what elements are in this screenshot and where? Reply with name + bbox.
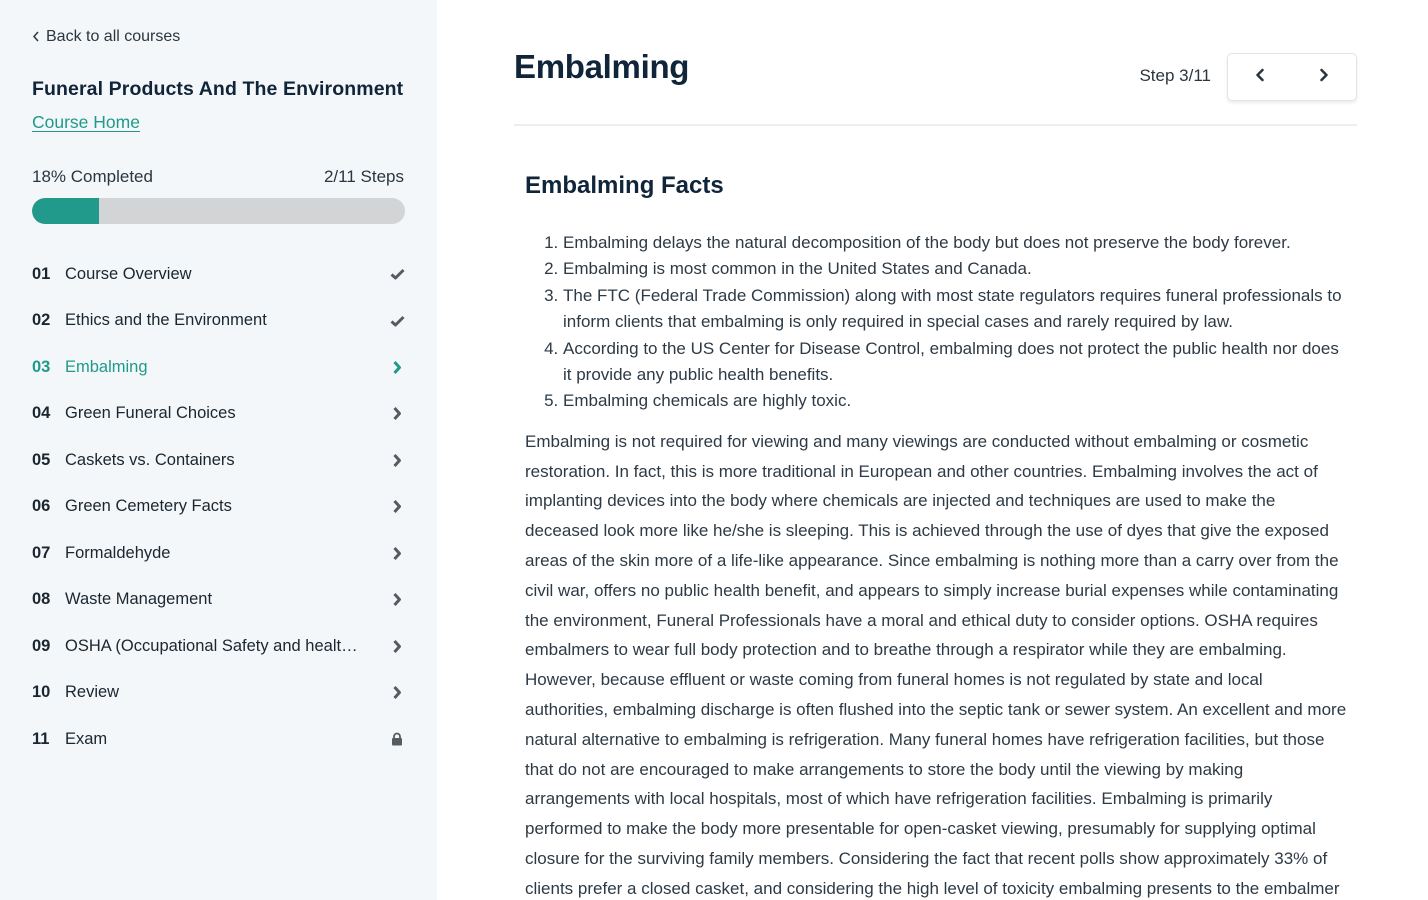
step-number: 05 [32, 450, 51, 469]
fact-item: Embalming chemicals are highly toxic. [563, 388, 1350, 414]
section-title: Embalming Facts [525, 172, 724, 199]
progress-bar [32, 198, 405, 224]
step-title: Green Funeral Choices [65, 404, 236, 423]
chevron-right-icon [389, 499, 405, 515]
fact-item: Embalming delays the natural decompositi… [563, 230, 1350, 256]
back-link-label: Back to all courses [46, 28, 181, 45]
step-number: 11 [32, 729, 50, 748]
chevron-right-icon [1318, 68, 1330, 87]
step-title: Green Cemetery Facts [65, 497, 232, 516]
step-number: 02 [32, 311, 51, 330]
sidebar-step-09[interactable]: 09 OSHA (Occupational Safety and health .… [32, 623, 405, 670]
chevron-left-icon [1254, 68, 1266, 87]
chevron-left-icon [32, 30, 40, 45]
lock-icon [389, 731, 405, 747]
progress-steps-label: 2/11 Steps [323, 167, 404, 186]
course-home-link[interactable]: Course Home [32, 112, 140, 133]
sidebar-step-01[interactable]: 01 Course Overview [32, 251, 405, 298]
lesson-body-paragraph: Embalming is not required for viewing an… [525, 431, 1347, 898]
step-title: Ethics and the Environment [65, 311, 267, 330]
chevron-right-icon [389, 452, 405, 468]
facts-list: Embalming delays the natural decompositi… [525, 230, 1350, 415]
fact-item: Embalming is most common in the United S… [563, 256, 1350, 282]
step-title: Exam [65, 729, 108, 748]
step-number: 01 [32, 264, 51, 283]
check-icon [389, 313, 405, 329]
sidebar-step-08[interactable]: 08 Waste Management [32, 577, 405, 624]
chevron-right-icon [389, 638, 405, 654]
course-title: Funeral Products And The Environment [32, 78, 404, 100]
sidebar-step-06[interactable]: 06 Green Cemetery Facts [32, 484, 405, 531]
step-title: Course Overview [65, 264, 192, 283]
course-sidebar: Back to all courses Funeral Products And… [0, 0, 437, 900]
step-number: 09 [32, 636, 51, 655]
step-title: Review [65, 683, 120, 702]
sidebar-step-02[interactable]: 02 Ethics and the Environment [32, 298, 405, 345]
chevron-right-icon [389, 592, 405, 608]
step-title: Waste Management [65, 590, 213, 609]
sidebar-step-05[interactable]: 05 Caskets vs. Containers [32, 437, 405, 484]
sidebar-step-11: 11 Exam [32, 716, 405, 763]
step-number: 10 [32, 683, 51, 702]
chevron-right-icon [389, 406, 405, 422]
step-title: OSHA (Occupational Safety and health ... [65, 636, 360, 655]
step-navigation [1227, 53, 1357, 101]
step-title: Formaldehyde [65, 543, 171, 562]
progress-bar-fill [32, 198, 100, 224]
course-steps-list: 01 Course Overview 02 Ethics and the Enviro… [32, 251, 405, 763]
step-number: 08 [32, 590, 51, 609]
fact-item: The FTC (Federal Trade Commission) along… [563, 283, 1350, 336]
step-title: Embalming [65, 357, 148, 376]
back-to-courses-link[interactable]: Back to all courses [32, 28, 180, 46]
previous-step-button[interactable] [1240, 57, 1280, 97]
step-number: 06 [32, 497, 51, 516]
chevron-right-icon [389, 685, 405, 701]
step-number: 04 [32, 404, 51, 423]
lesson-content: Embalming Facts Embalming delays the nat… [525, 172, 1350, 900]
check-icon [389, 266, 405, 282]
sidebar-step-10[interactable]: 10 Review [32, 670, 405, 717]
next-step-button[interactable] [1304, 57, 1344, 97]
fact-item: According to the US Center for Disease C… [563, 336, 1350, 389]
chevron-right-icon [389, 359, 405, 375]
sidebar-step-03[interactable]: 03 Embalming [32, 344, 405, 391]
header-divider [514, 124, 1357, 126]
chevron-right-icon [389, 545, 405, 561]
step-title: Caskets vs. Containers [65, 450, 235, 469]
step-number: 07 [32, 543, 51, 562]
page-title: Embalming [514, 48, 690, 85]
step-number: 03 [32, 357, 51, 376]
step-counter: Step 3/11 [1139, 66, 1211, 85]
sidebar-step-04[interactable]: 04 Green Funeral Choices [32, 391, 405, 438]
progress-percent-label: 18% Completed [32, 167, 153, 186]
sidebar-step-07[interactable]: 07 Formaldehyde [32, 530, 405, 577]
